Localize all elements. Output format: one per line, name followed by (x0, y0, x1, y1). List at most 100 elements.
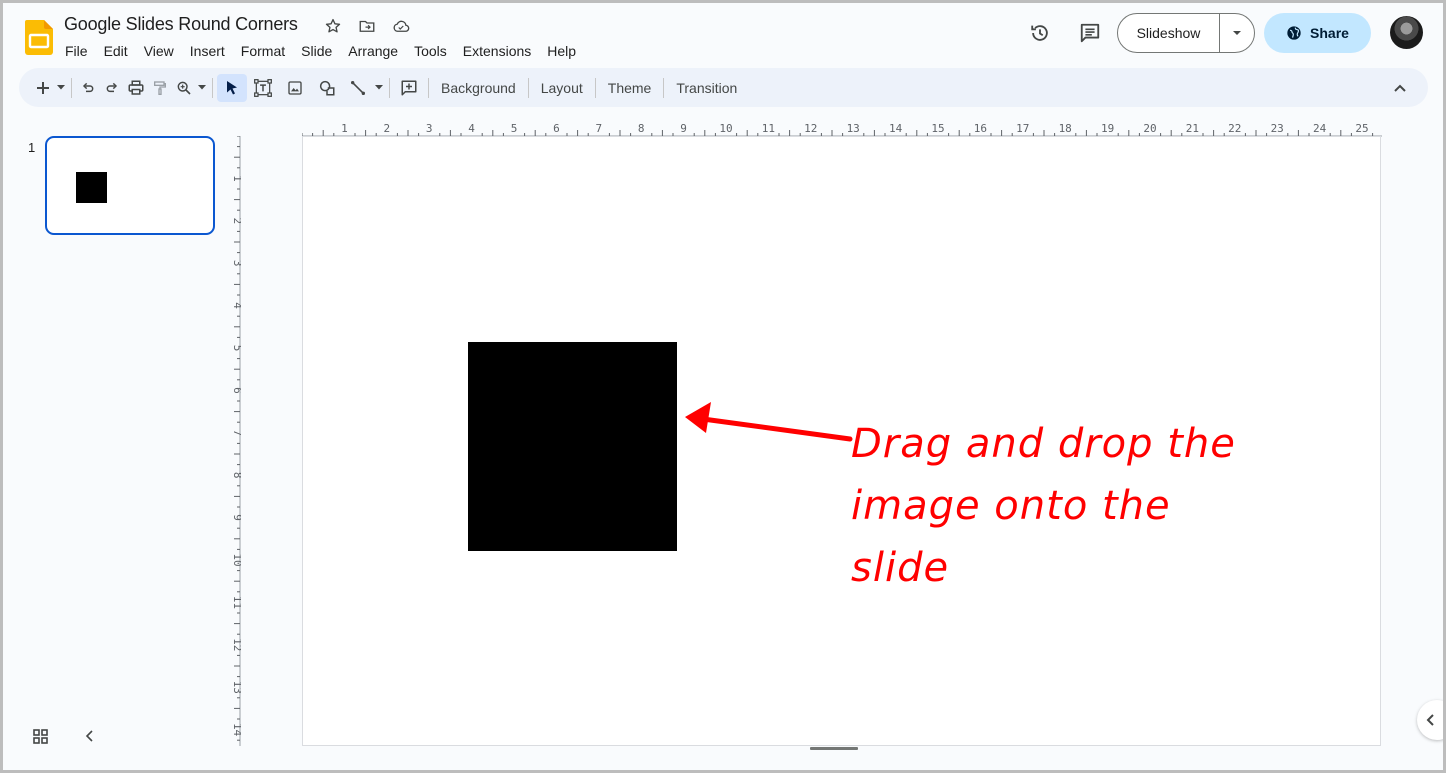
cloud-saved-icon[interactable] (391, 16, 411, 36)
ruler-label: 15 (931, 122, 944, 135)
hide-menus-button[interactable] (1386, 74, 1414, 102)
ruler-label: 18 (1059, 122, 1072, 135)
collapse-filmstrip-button[interactable] (77, 724, 101, 748)
ruler-label: 2 (231, 217, 241, 224)
zoom-icon (177, 81, 191, 95)
vertical-ruler[interactable]: 1234567891011121314 (213, 136, 241, 746)
ruler-label: 12 (804, 122, 817, 135)
menu-insert[interactable]: Insert (182, 41, 233, 61)
ruler-label: 24 (1313, 122, 1327, 135)
toolbar-divider (71, 77, 72, 98)
menu-arrange[interactable]: Arrange (340, 41, 406, 61)
transition-button[interactable]: Transition (668, 74, 745, 102)
caret-down-icon (1233, 31, 1241, 35)
ruler-label: 10 (231, 553, 241, 566)
comments-button[interactable] (1072, 15, 1108, 51)
version-history-button[interactable] (1022, 15, 1058, 51)
star-icon[interactable] (323, 16, 343, 36)
undo-icon (82, 82, 94, 92)
account-avatar[interactable] (1390, 16, 1423, 49)
ruler-label: 6 (231, 387, 241, 394)
ruler-label: 8 (638, 122, 645, 135)
menu-slide[interactable]: Slide (293, 41, 340, 61)
grid-view-icon (32, 728, 48, 744)
ruler-label: 21 (1186, 122, 1199, 135)
paint-format-button[interactable] (148, 74, 172, 102)
ruler-label: 9 (680, 122, 687, 135)
insert-image-button[interactable] (279, 74, 311, 102)
slideshow-dropdown[interactable] (1220, 14, 1254, 52)
history-icon (1031, 25, 1048, 41)
add-comment-button[interactable] (394, 74, 424, 102)
black-square-image[interactable] (468, 342, 677, 551)
toolbar-divider (594, 77, 596, 98)
globe-icon (1287, 26, 1301, 40)
share-label: Share (1310, 25, 1349, 41)
menu-extensions[interactable]: Extensions (455, 41, 539, 61)
select-cursor-icon (227, 80, 237, 94)
menu-bar: File Edit View Insert Format Slide Arran… (57, 41, 584, 61)
line-button[interactable] (343, 74, 373, 102)
line-icon (351, 80, 365, 95)
chevron-up-icon (1394, 84, 1406, 92)
zoom-dropdown[interactable] (196, 74, 208, 102)
zoom-button[interactable] (172, 74, 196, 102)
menu-help[interactable]: Help (539, 41, 584, 61)
print-icon (128, 80, 144, 95)
annotation-text: Drag and drop the image onto the slide (851, 413, 1251, 599)
background-button[interactable]: Background (433, 74, 524, 102)
new-slide-button[interactable] (31, 74, 55, 102)
redo-button[interactable] (100, 74, 124, 102)
slide-canvas[interactable]: Drag and drop the image onto the slide (302, 136, 1381, 746)
toolbar-divider (428, 77, 429, 98)
ruler-label: 22 (1228, 122, 1241, 135)
ruler-label: 11 (762, 122, 775, 135)
theme-button[interactable]: Theme (600, 74, 660, 102)
menu-view[interactable]: View (136, 41, 182, 61)
ruler-label: 14 (231, 723, 241, 737)
thumbnail-black-square (76, 172, 107, 203)
horizontal-ruler[interactable]: 1 2 3 4 5 6 7 8 9 10 11 12 13 14 15 16 17 18 19 20 21 22 23 24 2… (302, 115, 1382, 137)
ruler-label: 13 (231, 681, 241, 694)
layout-button[interactable]: Layout (533, 74, 591, 102)
ruler-label: 7 (231, 429, 241, 436)
ruler-label: 3 (231, 260, 241, 267)
caret-down-icon (198, 85, 206, 90)
chevron-left-icon (1426, 714, 1434, 726)
ruler-label: 8 (231, 472, 241, 479)
share-button[interactable]: Share (1264, 13, 1371, 53)
ruler-label: 16 (974, 122, 987, 135)
menu-format[interactable]: Format (233, 41, 293, 61)
side-panel-toggle[interactable] (1417, 700, 1443, 740)
ruler-label: 11 (231, 596, 241, 609)
menu-file[interactable]: File (57, 41, 96, 61)
menu-edit[interactable]: Edit (96, 41, 136, 61)
toolbar-divider (527, 77, 529, 98)
annotation-line-2: image onto the slide (851, 483, 1171, 591)
text-box-button[interactable] (247, 74, 279, 102)
redo-icon (106, 82, 118, 92)
menu-tools[interactable]: Tools (406, 41, 455, 61)
select-tool-button[interactable] (217, 73, 247, 102)
move-to-folder-icon[interactable] (357, 16, 377, 36)
speaker-notes-resize-handle[interactable] (810, 747, 858, 750)
ruler-label: 6 (553, 122, 560, 135)
slide-thumbnail[interactable] (45, 136, 215, 235)
undo-button[interactable] (76, 74, 100, 102)
image-icon (288, 80, 302, 95)
line-dropdown[interactable] (373, 74, 385, 102)
google-slides-window: Google Slides Round Corners File Edit Vi… (3, 3, 1443, 770)
plus-icon (37, 81, 49, 94)
document-title[interactable]: Google Slides Round Corners (64, 14, 298, 35)
ruler-label: 25 (1355, 122, 1368, 135)
annotation-line-1: Drag and drop the (851, 421, 1236, 467)
shape-button[interactable] (311, 74, 343, 102)
shape-icon (319, 80, 335, 95)
slideshow-button[interactable]: Slideshow (1118, 14, 1220, 52)
new-slide-dropdown[interactable] (55, 74, 67, 102)
slides-logo-icon[interactable] (25, 20, 53, 55)
print-button[interactable] (124, 74, 148, 102)
ruler-label: 1 (341, 122, 348, 135)
grid-view-button[interactable] (28, 724, 52, 748)
ruler-label: 14 (889, 122, 903, 135)
